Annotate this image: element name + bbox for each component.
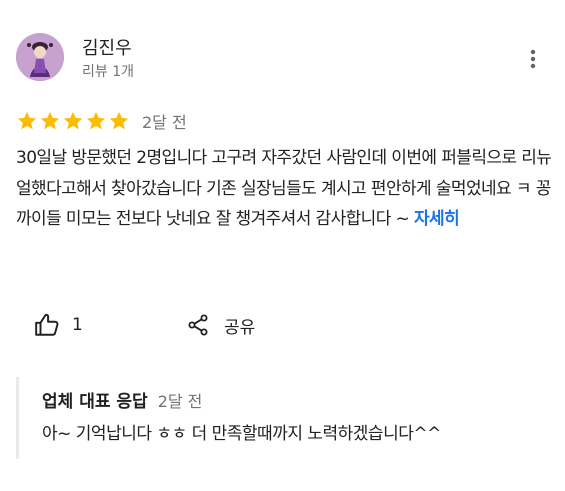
star-icon <box>17 111 37 130</box>
share-icon <box>188 314 208 336</box>
owner-response-title: 업체 대표 응답 <box>42 392 148 412</box>
more-options-button[interactable] <box>520 46 546 72</box>
share-button[interactable]: 공유 <box>186 311 255 339</box>
star-rating <box>16 110 130 132</box>
owner-response: 업체 대표 응답 2달 전 아~ 기억납니다 ㅎㅎ 더 만족할때까지 노력하겠습… <box>16 377 549 459</box>
owner-response-text: 아~ 기억납니다 ㅎㅎ 더 만족할때까지 노력하겠습니다^^ <box>42 424 441 444</box>
like-count: 1 <box>72 315 83 335</box>
star-icon <box>40 111 60 130</box>
reviewer-avatar[interactable] <box>16 33 64 81</box>
thumb-up-icon <box>35 313 59 336</box>
read-more-link[interactable]: 자세히 <box>414 209 460 229</box>
more-vert-icon <box>530 49 536 69</box>
rating-row: 2달 전 <box>16 109 187 133</box>
like-button[interactable]: 1 <box>34 311 83 339</box>
reviewer-name[interactable]: 김진우 <box>82 34 132 60</box>
star-icon <box>86 111 106 130</box>
review-date: 2달 전 <box>142 113 187 132</box>
star-icon <box>109 111 129 130</box>
review-text: 30일날 방문했던 2명입니다 고구려 자주갔던 사람인데 이번에 퍼블릭으로 … <box>16 148 552 229</box>
review-body: 30일날 방문했던 2명입니다 고구려 자주갔던 사람인데 이번에 퍼블릭으로 … <box>16 143 552 235</box>
owner-response-date: 2달 전 <box>157 392 203 411</box>
share-label: 공유 <box>224 317 256 338</box>
star-icon <box>63 111 83 130</box>
owner-response-header: 업체 대표 응답 2달 전 <box>42 387 202 412</box>
reviewer-review-count: 리뷰 1개 <box>82 64 134 80</box>
avatar-image <box>16 33 64 81</box>
